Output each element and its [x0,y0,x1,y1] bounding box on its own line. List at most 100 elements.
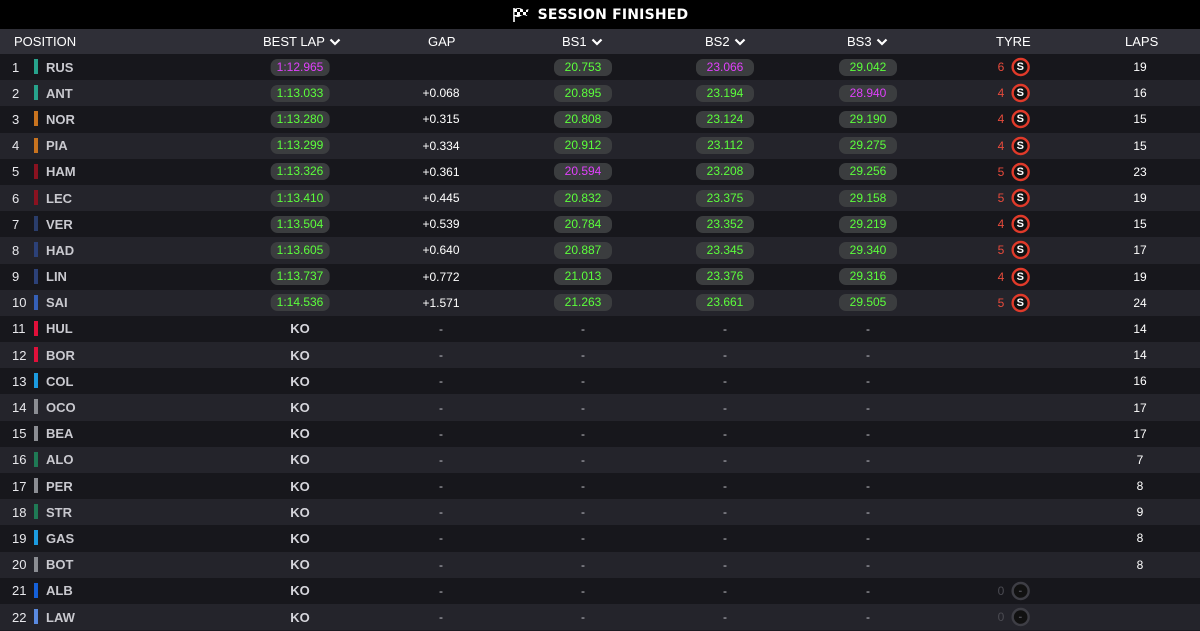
header-bs3[interactable]: BS3 [847,29,888,54]
table-row[interactable]: 22 LAW KO - - - - 0 - [0,603,1200,631]
table-row[interactable]: 5 HAM 1:13.326 +0.361 20.594 23.208 29.2… [0,158,1200,185]
laps-cell: 14 [1133,348,1147,363]
best-lap-cell: KO [290,478,310,494]
position-number: 22 [12,609,27,625]
table-row[interactable]: 6 LEC 1:13.410 +0.445 20.832 23.375 29.1… [0,184,1200,212]
bs1-cell: - [581,610,585,625]
best-lap-cell: 1:13.504 [270,211,330,237]
bs2-cell: - [723,505,727,520]
table-row[interactable]: 10 SAI 1:14.536 +1.571 21.263 23.661 29.… [0,289,1200,316]
chevron-down-icon [329,38,341,46]
bs2-time: 23.376 [696,268,754,286]
laps-cell: 9 [1136,505,1144,520]
team-color-bar [34,530,38,546]
tyre-compound-letter: S [1016,270,1025,283]
bs3-cell: 29.219 [839,211,897,237]
bs1-cell: 20.808 [554,106,612,132]
header-bs1[interactable]: BS1 [562,29,603,54]
session-status-bar: SESSION FINISHED [0,0,1200,29]
table-row[interactable]: 4 PIA 1:13.299 +0.334 20.912 23.112 29.2… [0,132,1200,159]
bs3-cell: 29.158 [839,185,897,211]
laps-cell: 8 [1136,479,1144,494]
tyre-compound-letter: S [1016,244,1025,257]
driver-code: BEA [46,426,74,442]
bs2-time: 23.066 [696,58,754,76]
gap-cell: - [439,505,443,520]
driver-code: SAI [46,295,68,311]
position-number: 16 [12,452,27,468]
team-color-bar [34,163,38,179]
bs3-time: 29.256 [839,163,897,181]
best-lap-cell: 1:13.033 [270,80,330,106]
chevron-down-icon [734,38,745,46]
table-row[interactable]: 20 BOT KO - - - - 8 [0,551,1200,578]
gap-cell: - [439,374,443,389]
chevron-down-icon [591,38,602,46]
table-row[interactable]: 18 STR KO - - - - 9 [0,499,1200,526]
gap-cell: - [439,426,443,441]
table-row[interactable]: 13 COL KO - - - - 16 [0,368,1200,395]
best-lap-time: 1:13.326 [270,163,330,181]
bs3-cell: 29.042 [839,54,897,80]
bs2-cell: 23.194 [696,80,754,106]
tyre-cell: 5 S [998,237,1031,263]
bs2-cell: - [723,426,727,441]
bs2-cell: 23.376 [696,264,754,290]
header-position[interactable]: POSITION [14,29,76,54]
team-color-bar [34,85,38,101]
tyre-laps: 4 [997,269,1005,284]
header-gap[interactable]: GAP [428,29,455,54]
header-bs1-label: BS1 [562,34,587,49]
bs3-cell: - [866,557,870,572]
tyre-compound: S [1010,240,1030,260]
table-row[interactable]: 7 VER 1:13.504 +0.539 20.784 23.352 29.2… [0,211,1200,238]
table-row[interactable]: 16 ALO KO - - - - 7 [0,446,1200,473]
team-color-bar [34,320,38,336]
position-number: 1 [12,59,20,75]
team-color-bar [34,556,38,572]
header-tyre[interactable]: TYRE [996,29,1031,54]
driver-code: LEC [46,190,72,206]
laps-cell: 24 [1133,295,1147,310]
table-row[interactable]: 12 BOR KO - - - - 14 [0,342,1200,369]
session-title: SESSION FINISHED [537,6,689,23]
table-row[interactable]: 17 PER KO - - - - 8 [0,473,1200,500]
tyre-compound-letter: - [1018,584,1023,597]
bs1-cell: - [581,557,585,572]
table-row[interactable]: 9 LIN 1:13.737 +0.772 21.013 23.376 29.3… [0,263,1200,290]
bs2-time: 23.345 [696,241,754,259]
header-laps[interactable]: LAPS [1125,29,1158,54]
table-row[interactable]: 8 HAD 1:13.605 +0.640 20.887 23.345 29.3… [0,237,1200,264]
tyre-laps: 5 [997,243,1005,258]
table-row[interactable]: 1 RUS 1:12.965 20.753 23.066 29.042 6 S … [0,54,1200,81]
tyre-laps: 6 [997,60,1005,75]
table-row[interactable]: 3 NOR 1:13.280 +0.315 20.808 23.124 29.1… [0,106,1200,133]
gap-cell: - [439,400,443,415]
bs1-cell: 20.832 [554,185,612,211]
table-row[interactable]: 14 OCO KO - - - - 17 [0,394,1200,421]
best-lap-cell: KO [290,452,310,468]
gap-cell: - [439,452,443,467]
table-row[interactable]: 19 GAS KO - - - - 8 [0,525,1200,552]
bs3-cell: - [866,426,870,441]
driver-code: LAW [46,609,75,625]
table-row[interactable]: 11 HUL KO - - - - 14 [0,315,1200,343]
gap-cell: - [439,583,443,598]
gap-cell: - [439,321,443,336]
table-row[interactable]: 2 ANT 1:13.033 +0.068 20.895 23.194 28.9… [0,80,1200,107]
header-best-lap[interactable]: BEST LAP [263,29,341,54]
header-bs2[interactable]: BS2 [705,29,746,54]
bs3-cell: - [866,610,870,625]
table-row[interactable]: 21 ALB KO - - - - 0 - [0,577,1200,604]
team-color-bar [34,425,38,441]
tyre-compound: S [1010,188,1030,208]
table-row[interactable]: 15 BEA KO - - - - 17 [0,420,1200,447]
team-color-bar [34,216,38,232]
driver-code: STR [46,504,72,520]
laps-cell: 23 [1133,164,1147,179]
tyre-laps: 0 [997,583,1005,598]
header-bs3-label: BS3 [847,34,872,49]
driver-code: OCO [46,400,76,416]
bs2-cell: - [723,348,727,363]
position-number: 5 [12,164,20,180]
